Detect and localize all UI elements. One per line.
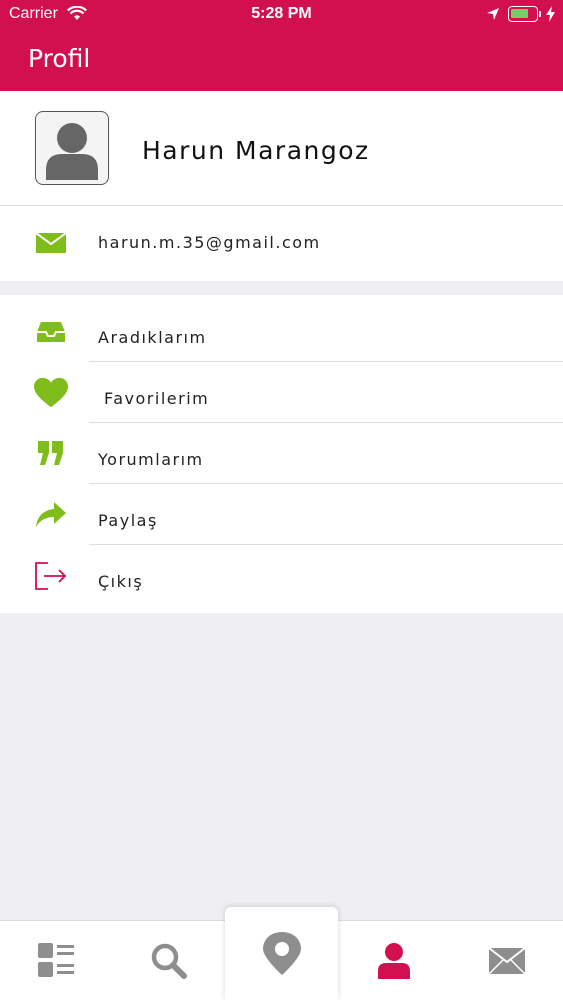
menu-item-aradiklarim[interactable]: Aradıklarım	[0, 301, 563, 362]
map-pin-icon	[262, 931, 301, 975]
tab-profile[interactable]	[338, 921, 450, 1000]
logout-icon	[34, 560, 68, 592]
menu-item-yorumlarim[interactable]: Yorumlarım	[0, 423, 563, 484]
heart-icon	[34, 377, 68, 409]
tab-search[interactable]	[113, 921, 225, 1000]
mail-icon	[489, 948, 525, 974]
location-arrow-icon	[486, 7, 500, 26]
user-placeholder-icon	[46, 123, 98, 180]
status-bar: Carrier 5:28 PM	[0, 0, 563, 30]
envelope-icon	[35, 232, 67, 257]
charging-bolt-icon	[546, 6, 555, 27]
nav-bar: Profil	[0, 30, 563, 91]
list-icon	[38, 943, 74, 977]
menu-item-cikis[interactable]: Çıkış	[0, 545, 563, 606]
inbox-icon	[34, 316, 68, 348]
profile-menu: Aradıklarım Favorilerim Yorumlarım Payla…	[0, 295, 563, 613]
menu-item-label: Paylaş	[98, 511, 158, 530]
tab-messages[interactable]	[451, 921, 563, 1000]
menu-item-paylas[interactable]: Paylaş	[0, 484, 563, 545]
page-title: Profil	[28, 44, 91, 73]
avatar[interactable]	[35, 111, 109, 185]
tab-list[interactable]	[0, 921, 112, 1000]
tab-map[interactable]	[225, 907, 338, 1000]
menu-item-label: Favorilerim	[104, 389, 210, 408]
share-icon	[34, 499, 68, 531]
user-icon	[378, 943, 410, 979]
profile-name: Harun Marangoz	[142, 136, 370, 165]
profile-card: Harun Marangoz harun.m.35@gmail.com	[0, 91, 563, 281]
menu-item-label: Yorumlarım	[98, 450, 204, 469]
email-row: harun.m.35@gmail.com	[0, 206, 563, 281]
menu-item-favorilerim[interactable]: Favorilerim	[0, 362, 563, 423]
menu-item-label: Aradıklarım	[98, 328, 207, 347]
battery-icon	[508, 6, 538, 22]
quote-icon	[34, 438, 68, 470]
status-time: 5:28 PM	[251, 5, 312, 22]
profile-email: harun.m.35@gmail.com	[98, 233, 321, 252]
menu-item-label: Çıkış	[98, 572, 144, 591]
search-icon	[151, 943, 187, 979]
